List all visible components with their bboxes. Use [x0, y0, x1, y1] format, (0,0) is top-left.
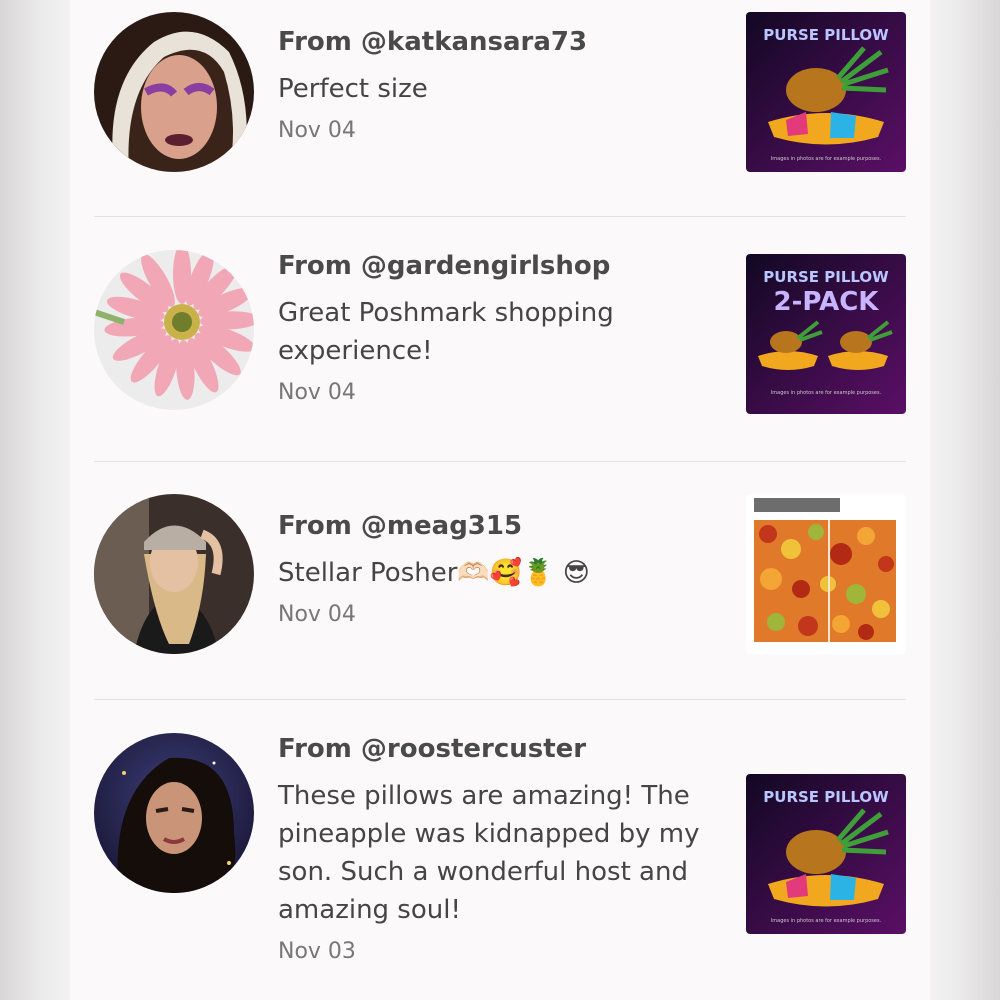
divider	[94, 699, 906, 700]
product-thumbnail[interactable]: PURSE PILLOW Images in photos are for ex…	[746, 774, 906, 934]
review-comment: Perfect size	[278, 74, 428, 104]
review-text: From @katkansara73 Perfect size Nov 04	[278, 26, 708, 143]
review-date: Nov 04	[278, 118, 356, 143]
thumb-title: PURSE PILLOW	[763, 26, 889, 44]
pineapple-on-pillow-icon: PURSE PILLOW Images in photos are for ex…	[746, 12, 906, 172]
product-thumbnail[interactable]: PURSE PILLOW Images in photos are for ex…	[746, 12, 906, 172]
thumb-title: PURSE PILLOW	[763, 788, 889, 806]
review-author[interactable]: From @gardengirlshop	[278, 250, 708, 282]
review-author[interactable]: From @katkansara73	[278, 26, 708, 58]
review-text: From @meag315 Stellar Posher🫶🏻🥰🍍 😎 Nov 0…	[278, 510, 708, 627]
left-background-shade	[0, 0, 70, 1000]
thumb-caption: Images in photos are for example purpose…	[771, 918, 882, 924]
avatar[interactable]	[94, 494, 254, 654]
avatar-woman-curly-hair-icon	[94, 733, 254, 893]
avatar[interactable]	[94, 12, 254, 172]
pineapple-on-pillow-icon: PURSE PILLOW 2-PACK Images in photos are…	[746, 254, 906, 414]
review-comment: Stellar Posher🫶🏻🥰🍍 😎	[278, 558, 590, 588]
review-comment: These pillows are amazing! The pineapple…	[278, 781, 700, 925]
product-thumbnail[interactable]	[746, 494, 906, 654]
thumb-caption: Images in photos are for example purpose…	[771, 156, 882, 162]
review-date: Nov 04	[278, 602, 356, 627]
review-author[interactable]: From @roostercuster	[278, 733, 708, 765]
divider	[94, 216, 906, 217]
avatar[interactable]	[94, 733, 254, 893]
pineapple-on-pillow-icon: PURSE PILLOW Images in photos are for ex…	[746, 774, 906, 934]
avatar[interactable]	[94, 250, 254, 410]
reviews-panel: From @katkansara73 Perfect size Nov 04 P…	[70, 0, 930, 1000]
review-author[interactable]: From @meag315	[278, 510, 708, 542]
review-date: Nov 04	[278, 380, 356, 405]
product-thumbnail[interactable]: PURSE PILLOW 2-PACK Images in photos are…	[746, 254, 906, 414]
thumb-subtitle: 2-PACK	[774, 287, 880, 317]
review-text: From @gardengirlshop Great Poshmark shop…	[278, 250, 708, 405]
review-comment: Great Poshmark shopping experience!	[278, 298, 614, 366]
avatar-woman-hood-icon	[94, 12, 254, 172]
review-date: Nov 03	[278, 939, 356, 964]
divider	[94, 461, 906, 462]
avatar-pink-gerbera-icon	[94, 250, 254, 410]
avatar-woman-cap-icon	[94, 494, 254, 654]
thumb-caption: Images in photos are for example purpose…	[771, 390, 882, 396]
review-text: From @roostercuster These pillows are am…	[278, 733, 708, 964]
right-background-shade	[930, 0, 1000, 1000]
thumb-title: PURSE PILLOW	[763, 268, 889, 286]
autumn-leaves-pattern-icon	[746, 494, 906, 654]
